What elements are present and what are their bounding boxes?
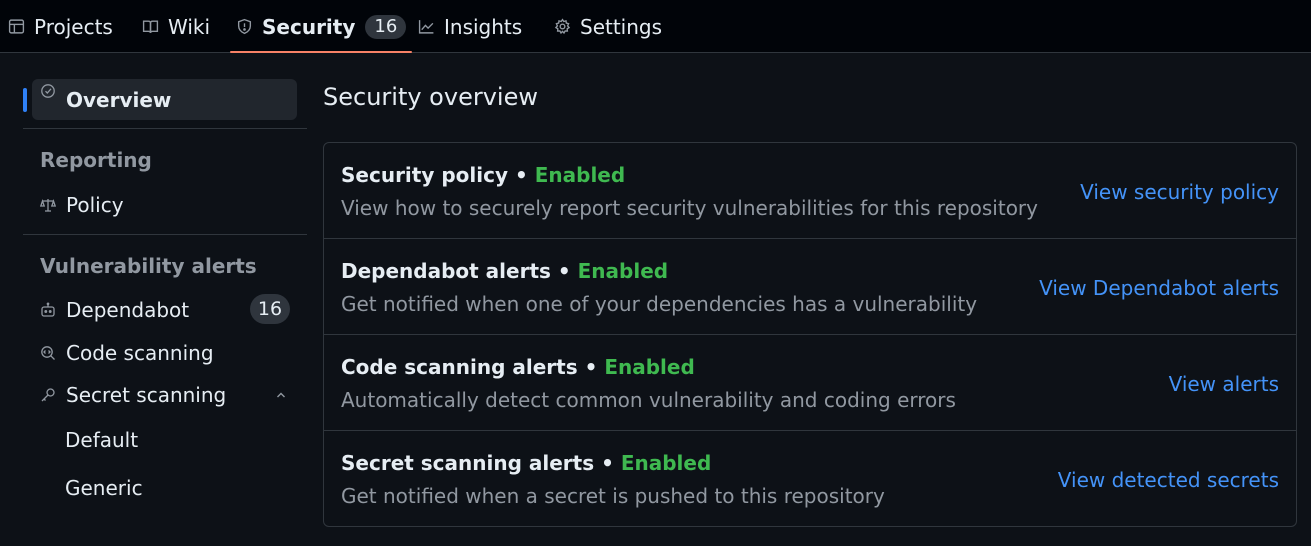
status-badge: Enabled	[620, 451, 712, 475]
tab-projects-label: Projects	[34, 14, 113, 39]
codescan-icon	[40, 345, 56, 361]
tab-security-label: Security	[262, 14, 356, 39]
repo-nav-bar: Projects Wiki Security 16 Insights Setti…	[0, 0, 1311, 53]
sidebar-item-code-scanning[interactable]: Code scanning	[40, 341, 214, 365]
page-title: Security overview	[323, 83, 538, 111]
law-icon	[40, 197, 56, 213]
feature-title: Code scanning alerts • Enabled	[341, 355, 695, 379]
sidebar-divider	[23, 128, 307, 129]
tab-settings[interactable]: Settings	[554, 0, 662, 53]
view-security-policy-link[interactable]: View security policy	[1080, 180, 1279, 204]
feature-description: Get notified when one of your dependenci…	[341, 292, 978, 316]
book-icon	[142, 18, 159, 35]
tab-insights[interactable]: Insights	[418, 0, 522, 53]
feature-row-secret-scanning: Secret scanning alerts • Enabled Get not…	[324, 431, 1296, 526]
status-badge: Enabled	[604, 355, 695, 379]
sidebar-heading-reporting: Reporting	[40, 148, 152, 172]
tab-insights-label: Insights	[444, 14, 523, 39]
feature-name: Secret scanning alerts	[341, 451, 595, 475]
chevron-up-icon[interactable]	[273, 387, 289, 403]
feature-row-security-policy: Security policy • Enabled View how to se…	[324, 143, 1296, 239]
sidebar-item-dependabot[interactable]: Dependabot	[40, 298, 189, 322]
tab-settings-label: Settings	[580, 14, 663, 39]
sidebar-item-secret-scanning[interactable]: Secret scanning	[40, 383, 226, 407]
security-alert-counter: 16	[365, 14, 407, 39]
feature-name: Code scanning alerts	[341, 355, 578, 379]
shield-icon	[236, 18, 253, 35]
sidebar-item-policy-label: Policy	[66, 193, 124, 217]
status-badge: Enabled	[534, 163, 626, 187]
sidebar-item-secret-scanning-label: Secret scanning	[66, 383, 227, 407]
sidebar-subitem-default[interactable]: Default	[65, 428, 138, 452]
status-badge: Enabled	[577, 259, 669, 283]
table-icon	[8, 18, 25, 35]
feature-title: Dependabot alerts • Enabled	[341, 259, 669, 283]
gear-icon	[554, 18, 571, 35]
security-features-panel: Security policy • Enabled View how to se…	[323, 142, 1297, 527]
feature-name: Security policy	[341, 163, 509, 187]
feature-row-dependabot: Dependabot alerts • Enabled Get notified…	[324, 239, 1296, 335]
tab-wiki[interactable]: Wiki	[142, 0, 210, 53]
key-icon	[40, 387, 56, 403]
sidebar-active-indicator	[23, 88, 27, 112]
sidebar-heading-vulnerability-alerts: Vulnerability alerts	[40, 254, 257, 278]
sidebar-item-overview[interactable]: Overview	[32, 79, 297, 120]
tab-wiki-label: Wiki	[168, 14, 211, 39]
graph-icon	[418, 18, 435, 35]
sidebar-item-code-scanning-label: Code scanning	[66, 341, 214, 365]
sidebar-subitem-generic[interactable]: Generic	[65, 476, 143, 500]
feature-title: Security policy • Enabled	[341, 163, 626, 187]
dependabot-icon	[40, 302, 56, 318]
sidebar-item-policy[interactable]: Policy	[40, 193, 124, 217]
meter-icon	[40, 83, 56, 99]
feature-name: Dependabot alerts	[341, 259, 551, 283]
feature-description: Automatically detect common vulnerabilit…	[341, 388, 956, 412]
sidebar-divider	[23, 234, 307, 235]
feature-description: Get notified when a secret is pushed to …	[341, 484, 885, 508]
feature-description: View how to securely report security vul…	[341, 196, 1038, 220]
feature-title: Secret scanning alerts • Enabled	[341, 451, 712, 475]
sidebar-item-overview-label: Overview	[66, 87, 172, 112]
view-dependabot-alerts-link[interactable]: View Dependabot alerts	[1039, 276, 1279, 300]
sidebar-item-dependabot-label: Dependabot	[66, 298, 190, 322]
dependabot-alert-counter: 16	[250, 294, 290, 324]
view-alerts-link[interactable]: View alerts	[1169, 372, 1279, 396]
view-detected-secrets-link[interactable]: View detected secrets	[1058, 468, 1279, 492]
feature-row-code-scanning: Code scanning alerts • Enabled Automatic…	[324, 335, 1296, 431]
tab-security[interactable]: Security 16	[229, 0, 413, 53]
tab-projects[interactable]: Projects	[8, 0, 113, 53]
